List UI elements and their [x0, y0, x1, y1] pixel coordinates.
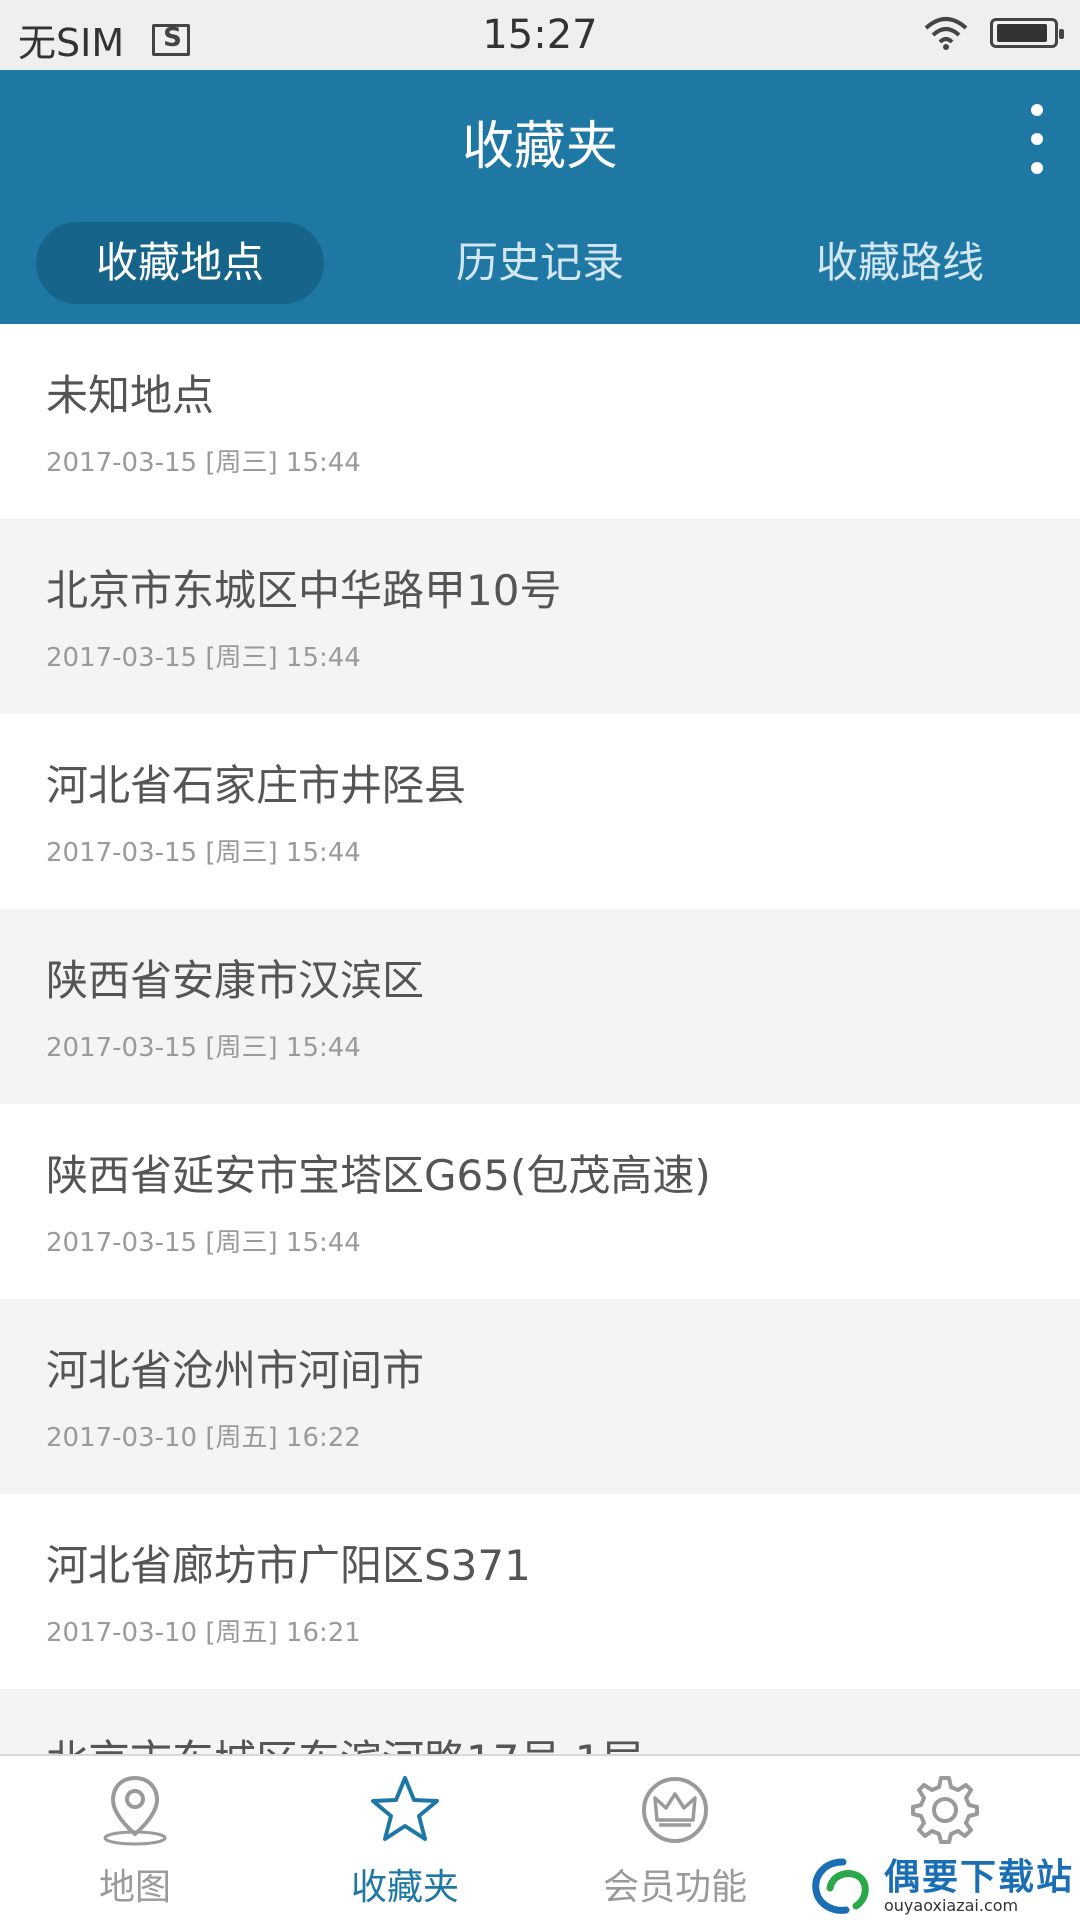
- nav-label: 会员功能: [602, 1867, 747, 1908]
- tab-favorite-routes[interactable]: 收藏路线: [756, 222, 1044, 304]
- map-pin-icon: [103, 1775, 167, 1846]
- nav-label: 地图: [98, 1867, 171, 1908]
- place-name: 北京市东城区东滨河路17号 1层: [46, 1727, 644, 1754]
- app-header: 收藏夹 收藏地点 历史记录 收藏路线: [0, 70, 1080, 324]
- watermark: 偶要下载站 ouyaoxiazai.com: [810, 1858, 1074, 1916]
- place-name: 陕西省延安市宝塔区G65(包茂高速): [46, 1151, 711, 1200]
- place-name: 河北省沧州市河间市: [46, 1346, 425, 1395]
- tab-history[interactable]: 历史记录: [396, 222, 684, 304]
- more-options-icon[interactable]: [1020, 104, 1054, 174]
- list-item[interactable]: 未知地点 2017-03-15 [周三] 15:44: [0, 324, 1080, 519]
- favorites-list: 未知地点 2017-03-15 [周三] 15:44 北京市东城区中华路甲10号…: [0, 324, 1080, 1754]
- star-icon: [371, 1776, 439, 1841]
- list-item[interactable]: 陕西省延安市宝塔区G65(包茂高速) 2017-03-15 [周三] 15:44: [0, 1104, 1080, 1299]
- page-title: 收藏夹: [461, 117, 618, 177]
- place-name: 河北省廊坊市广阳区S371: [46, 1541, 531, 1590]
- nav-membership[interactable]: 会员功能: [540, 1756, 810, 1922]
- list-item[interactable]: 河北省沧州市河间市 2017-03-10 [周五] 16:22: [0, 1299, 1080, 1494]
- watermark-logo-icon: [812, 1858, 869, 1914]
- place-name: 河北省石家庄市井陉县: [46, 761, 467, 810]
- place-date: 2017-03-15 [周三] 15:44: [46, 1228, 361, 1258]
- list-item[interactable]: 河北省石家庄市井陉县 2017-03-15 [周三] 15:44: [0, 714, 1080, 909]
- nav-favorites[interactable]: 收藏夹: [270, 1756, 540, 1922]
- place-name: 北京市东城区中华路甲10号: [46, 566, 562, 615]
- list-item[interactable]: 河北省廊坊市广阳区S371 2017-03-10 [周五] 16:21: [0, 1494, 1080, 1689]
- list-item[interactable]: 陕西省安康市汉滨区 2017-03-15 [周三] 15:44: [0, 909, 1080, 1104]
- wifi-icon: [924, 17, 968, 50]
- place-name: 未知地点: [46, 371, 215, 420]
- tab-bar: 收藏地点 历史记录 收藏路线: [0, 222, 1080, 304]
- nav-label: 收藏夹: [350, 1867, 459, 1908]
- list-item[interactable]: 北京市东城区东滨河路17号 1层: [0, 1689, 1080, 1754]
- place-date: 2017-03-15 [周三] 15:44: [46, 1033, 361, 1063]
- nav-map[interactable]: 地图: [0, 1756, 270, 1922]
- clock: 15:27: [482, 12, 598, 58]
- gear-icon: [911, 1776, 979, 1844]
- watermark-title: 偶要下载站: [883, 1857, 1074, 1898]
- tab-favorite-places[interactable]: 收藏地点: [36, 222, 324, 304]
- place-date: 2017-03-15 [周三] 15:44: [46, 838, 361, 868]
- place-date: 2017-03-10 [周五] 16:21: [46, 1618, 361, 1648]
- crown-icon: [642, 1777, 708, 1843]
- watermark-url: ouyaoxiazai.com: [883, 1896, 1019, 1915]
- place-date: 2017-03-10 [周五] 16:22: [46, 1423, 361, 1453]
- place-date: 2017-03-15 [周三] 15:44: [46, 643, 361, 673]
- battery-icon: [990, 18, 1064, 48]
- status-bar: 无SIM 15:27: [0, 0, 1080, 70]
- status-right: [924, 16, 1064, 50]
- place-date: 2017-03-15 [周三] 15:44: [46, 448, 361, 478]
- place-name: 陕西省安康市汉滨区: [46, 956, 425, 1005]
- list-item[interactable]: 北京市东城区中华路甲10号 2017-03-15 [周三] 15:44: [0, 519, 1080, 714]
